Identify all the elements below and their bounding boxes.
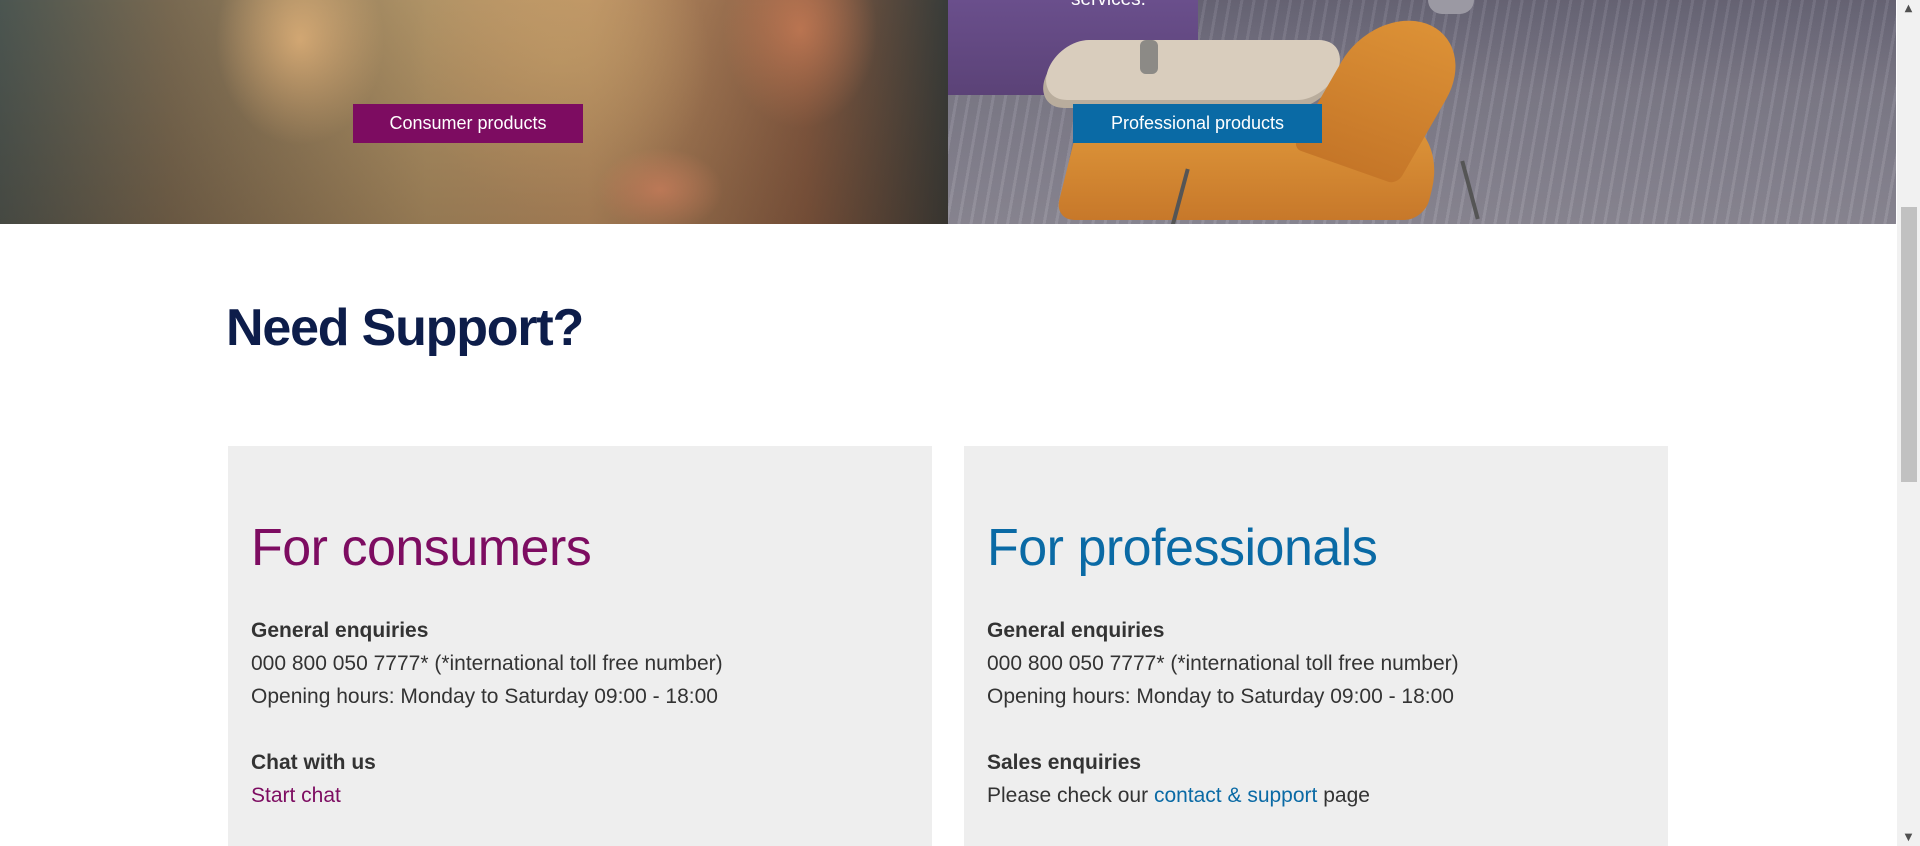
page-content: Consumer products services. Professional…	[0, 0, 1897, 846]
consumer-support-card: For consumers General enquiries 000 800 …	[228, 446, 932, 846]
coffee-table-shape	[1037, 40, 1349, 100]
professional-hero-image: services. Professional products	[948, 0, 1896, 224]
consumer-card-title: For consumers	[251, 519, 592, 577]
professional-opening-hours: Opening hours: Monday to Saturday 09:00 …	[987, 685, 1454, 708]
consumer-phone-number: 000 800 050 7777* (*international toll f…	[251, 652, 723, 675]
consumer-general-label: General enquiries	[251, 619, 429, 642]
support-heading: Need Support?	[226, 299, 584, 357]
consumer-chat-section: Chat with us Start chat	[251, 746, 376, 812]
consumer-chat-label: Chat with us	[251, 751, 376, 774]
scrollbar-thumb[interactable]	[1901, 207, 1917, 482]
contact-support-link[interactable]: contact & support	[1154, 784, 1317, 807]
professional-general-label: General enquiries	[987, 619, 1165, 642]
sales-suffix-text: page	[1317, 784, 1370, 807]
consumer-hero-image: Consumer products	[0, 0, 948, 224]
sales-prefix-text: Please check our	[987, 784, 1154, 807]
professional-general-enquiries: General enquiries 000 800 050 7777* (*in…	[987, 614, 1459, 713]
triangle-up-icon[interactable]: ▲	[1897, 0, 1920, 17]
lamp-base-shape	[1428, 0, 1474, 14]
professional-sales-section: Sales enquiries Please check our contact…	[987, 746, 1370, 812]
hero-description-text: services.	[1071, 0, 1146, 11]
start-chat-link[interactable]: Start chat	[251, 779, 376, 812]
professional-support-card: For professionals General enquiries 000 …	[964, 446, 1668, 846]
consumer-general-enquiries: General enquiries 000 800 050 7777* (*in…	[251, 614, 723, 713]
consumer-opening-hours: Opening hours: Monday to Saturday 09:00 …	[251, 685, 718, 708]
sales-enquiries-text: Please check our contact & support page	[987, 779, 1370, 812]
vertical-scrollbar[interactable]: ▲ ▼	[1897, 0, 1920, 846]
consumer-products-button[interactable]: Consumer products	[353, 104, 583, 143]
bench-leg	[1460, 160, 1480, 220]
vase-shape	[1140, 40, 1158, 74]
professional-card-title: For professionals	[987, 519, 1378, 577]
professional-products-button[interactable]: Professional products	[1073, 104, 1322, 143]
professional-sales-label: Sales enquiries	[987, 751, 1142, 774]
triangle-down-icon[interactable]: ▼	[1897, 829, 1920, 846]
hero-banner: Consumer products services. Professional…	[0, 0, 1896, 224]
professional-phone-number: 000 800 050 7777* (*international toll f…	[987, 652, 1459, 675]
page: Consumer products services. Professional…	[0, 0, 1920, 846]
